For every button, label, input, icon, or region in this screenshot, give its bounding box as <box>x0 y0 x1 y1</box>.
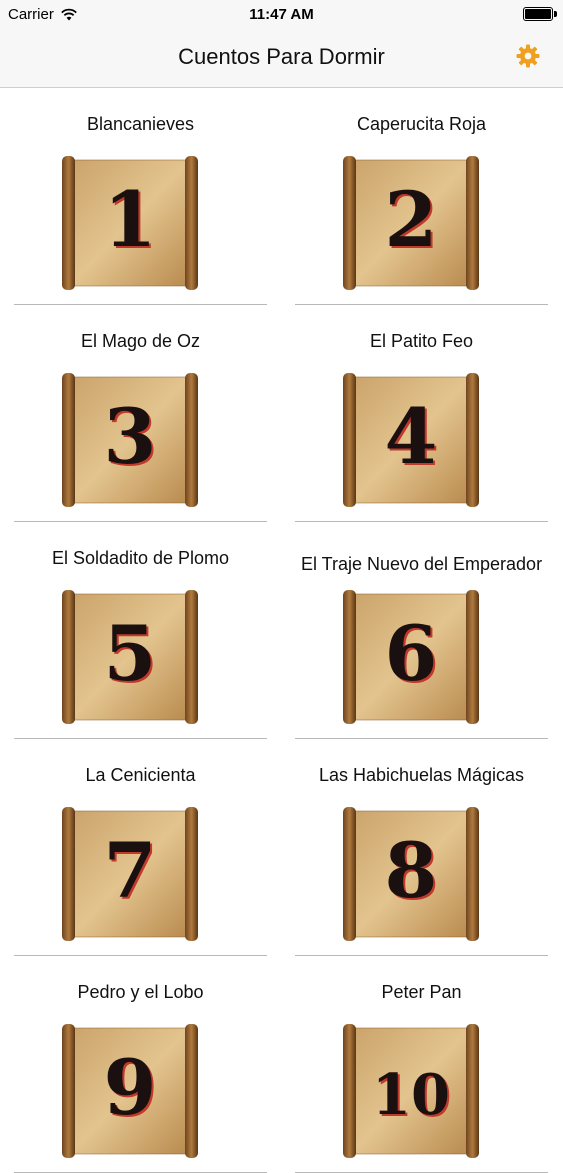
story-title: La Cenicienta <box>85 764 196 785</box>
scroll-image: 44 <box>343 373 479 507</box>
battery-icon <box>523 7 557 21</box>
story-item[interactable]: La Cenicienta 7 7 <box>0 739 281 956</box>
story-number: 7 <box>104 826 157 915</box>
story-title: El Mago de Oz <box>80 330 201 351</box>
story-item[interactable]: El Soldadito de Plomo 5 5 <box>0 522 281 739</box>
scroll-image: 77 <box>62 807 198 941</box>
story-item[interactable]: El Patito Feo 4 4 <box>281 305 562 522</box>
scroll-image: 10 10 <box>343 1024 479 1158</box>
story-title: Caperucita Roja <box>356 113 487 134</box>
status-time: 11:47 AM <box>249 6 314 23</box>
scroll-image: 88 <box>343 807 479 941</box>
story-title: Pedro y el Lobo <box>77 981 204 1002</box>
story-item[interactable]: Peter Pan 10 10 <box>281 956 562 1173</box>
story-number: 5 <box>104 609 157 698</box>
scroll-image: 33 <box>62 373 198 507</box>
story-item[interactable]: Las Habichuelas Mágicas 8 8 <box>281 739 562 956</box>
gear-icon[interactable] <box>515 43 541 69</box>
story-title: Blancanieves <box>86 113 195 134</box>
scroll-image: 55 <box>62 590 198 724</box>
story-number: 3 <box>104 392 157 481</box>
story-item[interactable]: El Mago de Oz 3 3 <box>0 305 281 522</box>
story-item[interactable]: Blancanieves 1 1 <box>0 88 281 305</box>
story-number: 2 <box>385 175 438 264</box>
story-title: Peter Pan <box>381 981 462 1002</box>
scroll-image: 22 <box>343 156 479 290</box>
story-title: El Traje Nuevo del Emperador <box>300 553 543 574</box>
story-title: Las Habichuelas Mágicas <box>318 764 525 785</box>
story-title: El Patito Feo <box>369 330 474 351</box>
story-number: 10 <box>372 1062 450 1128</box>
story-title: El Soldadito de Plomo <box>51 547 230 568</box>
story-number: 8 <box>385 826 438 915</box>
story-item[interactable]: Pedro y el Lobo 9 9 <box>0 956 281 1173</box>
scroll-image: 99 <box>62 1024 198 1158</box>
story-item[interactable]: El Traje Nuevo del Emperador 6 6 <box>281 522 562 739</box>
story-number: 9 <box>104 1043 157 1132</box>
story-number: 1 <box>104 175 157 264</box>
scroll-image: 11 <box>62 156 198 290</box>
story-item[interactable]: Caperucita Roja 2 2 <box>281 88 562 305</box>
status-bar: Carrier 11:47 AM <box>0 0 563 30</box>
story-number: 6 <box>385 609 438 698</box>
story-number: 4 <box>385 392 438 481</box>
page-title: Cuentos Para Dormir <box>178 44 385 69</box>
scroll-image: 66 <box>343 590 479 724</box>
navigation-bar: Cuentos Para Dormir <box>0 30 563 88</box>
